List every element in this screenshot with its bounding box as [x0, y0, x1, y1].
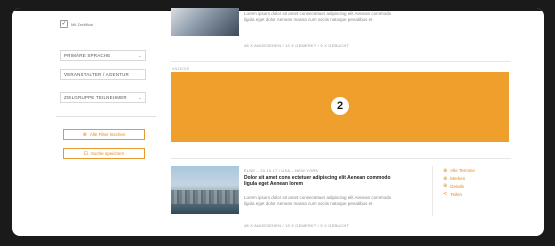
- action-label: Details: [450, 183, 464, 189]
- event-stats: 48 X ANGESEHEN / 13 X GEMERKT / 9 X GEBU…: [244, 43, 350, 48]
- annotation-badge: 2: [331, 97, 349, 115]
- action-label: Merken: [450, 176, 466, 182]
- event-description: Lorem ipsum dolor sit amet consectetuer …: [244, 195, 392, 206]
- device-frame: ✓ Mit Zertifikat PRIMÄRE SPRACHE ⌄ VERAN…: [0, 0, 555, 246]
- details-link[interactable]: ⊕ Details: [443, 183, 475, 191]
- bookmark-link[interactable]: ⊕ Merken: [443, 175, 475, 183]
- save-search-button[interactable]: ⊡ Suche speichern: [63, 148, 145, 159]
- event-stats: 48 X ANGESEHEN / 13 X GEMERKT / 9 X GEBU…: [244, 223, 350, 228]
- action-label: Teilen: [450, 191, 462, 197]
- chevron-down-icon: ⌄: [137, 53, 142, 59]
- calendar-icon: ⊕: [443, 167, 448, 174]
- action-label: Alle Termine: [450, 168, 475, 174]
- divider: [171, 158, 511, 159]
- event-actions: ⊕ Alle Termine ⊕ Merken ⊕ Details < Teil…: [443, 167, 475, 198]
- ad-banner[interactable]: 2: [171, 72, 509, 142]
- event-thumbnail[interactable]: [171, 8, 239, 36]
- city-skyline-image: [171, 190, 239, 204]
- event-description: Lorem ipsum dolor sit amet consectetuer …: [244, 11, 392, 22]
- event-title[interactable]: Dolor sit amet cons ectetuer adipiscing …: [244, 175, 394, 188]
- all-dates-link[interactable]: ⊕ Alle Termine: [443, 167, 475, 175]
- divider: [171, 61, 511, 62]
- info-icon: ⊕: [443, 183, 448, 190]
- chevron-down-icon: ⌄: [137, 95, 142, 101]
- share-icon: <: [443, 191, 448, 198]
- actions-divider: [432, 166, 433, 216]
- select-label: ZIELGRUPPE TEILNEHMER: [64, 95, 127, 100]
- share-link[interactable]: < Teilen: [443, 190, 475, 198]
- select-organizer[interactable]: VERANSTALTER / AGENTUR: [60, 69, 146, 80]
- select-label: PRIMÄRE SPRACHE: [64, 53, 111, 58]
- filter-sidebar: ✓ Mit Zertifikat PRIMÄRE SPRACHE ⌄ VERAN…: [56, 8, 156, 218]
- button-label: Suche speichern: [90, 151, 125, 156]
- clear-icon: ⊗: [82, 131, 87, 138]
- select-label: VERANSTALTER / AGENTUR: [64, 72, 129, 77]
- save-icon: ⊡: [83, 150, 88, 157]
- event-thumbnail[interactable]: [171, 166, 239, 214]
- sidebar-divider: [56, 116, 156, 117]
- clear-filters-button[interactable]: ⊗ Alle Filter löschen: [63, 129, 145, 140]
- screen: ✓ Mit Zertifikat PRIMÄRE SPRACHE ⌄ VERAN…: [12, 8, 544, 236]
- checkbox-checked-icon[interactable]: ✓: [60, 20, 68, 28]
- certificate-filter[interactable]: ✓ Mit Zertifikat: [60, 20, 93, 28]
- bookmark-icon: ⊕: [443, 175, 448, 182]
- select-target-group[interactable]: ZIELGRUPPE TEILNEHMER ⌄: [60, 92, 146, 103]
- event-date-location: ELNE – 20.10.17 / USA – NEW YORK: [244, 168, 319, 173]
- select-primary-language[interactable]: PRIMÄRE SPRACHE ⌄: [60, 50, 146, 61]
- checkbox-label: Mit Zertifikat: [71, 21, 93, 27]
- ad-label: ANZEIGE: [172, 67, 190, 71]
- button-label: Alle Filter löschen: [89, 132, 126, 137]
